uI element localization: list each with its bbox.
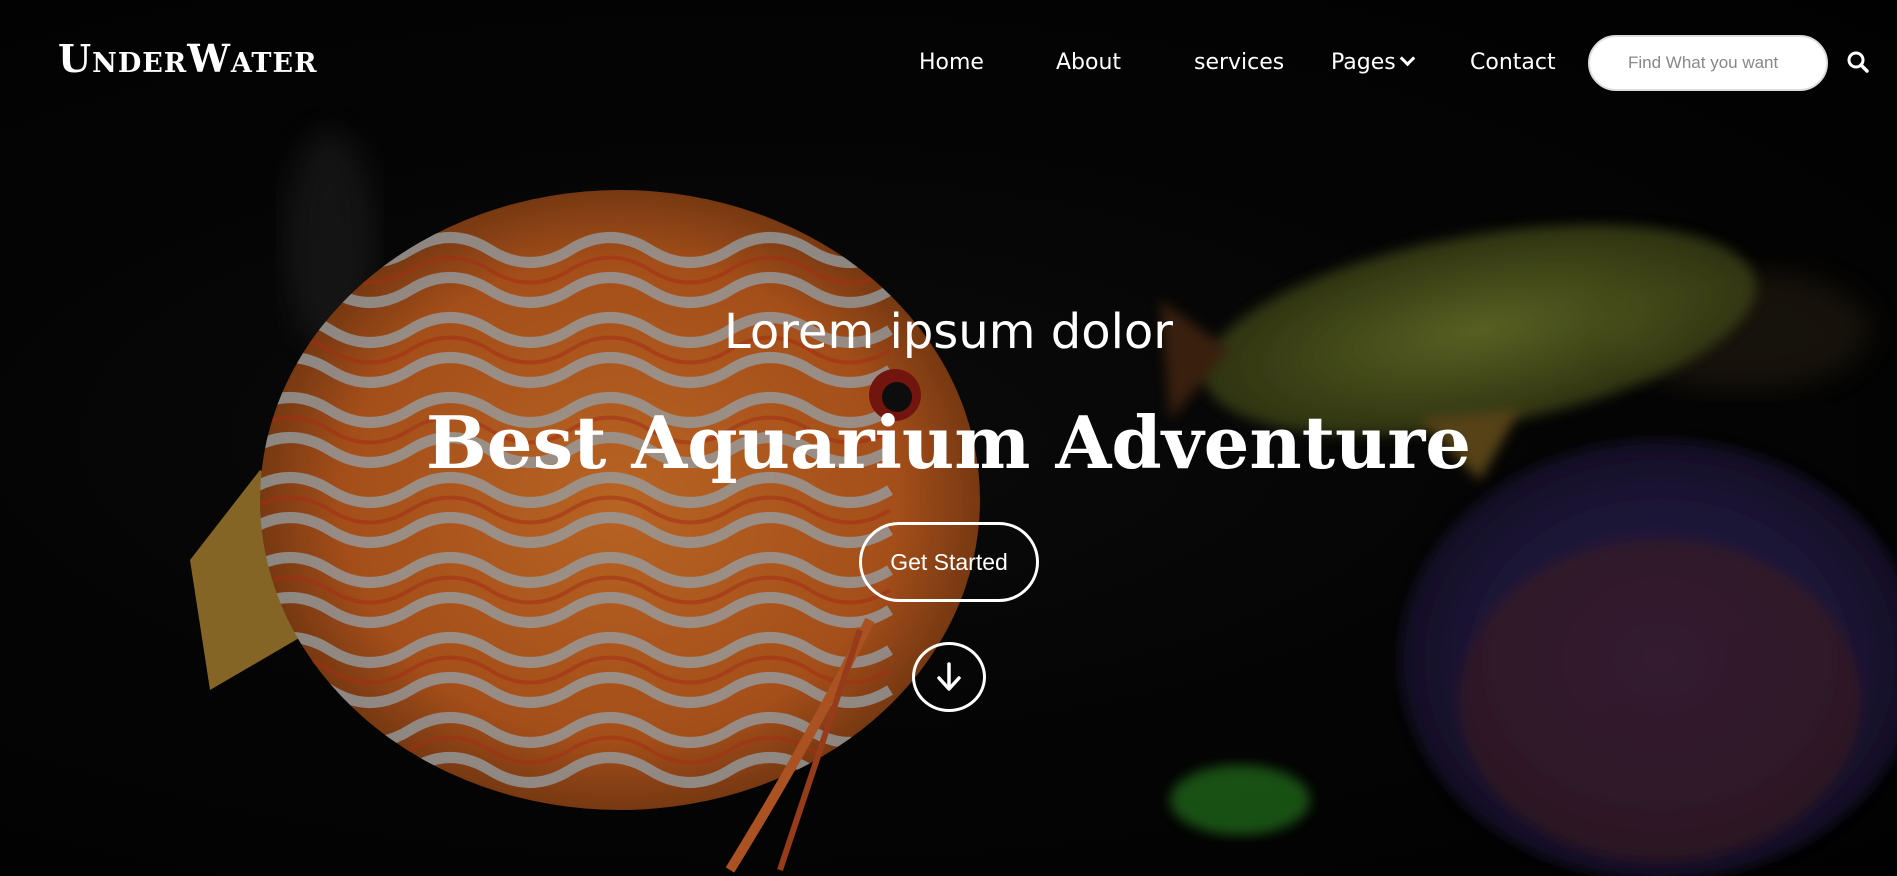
nav-item-pages-label: Pages [1331,50,1396,75]
scroll-down-button[interactable] [912,642,986,712]
nav-item-pages[interactable]: Pages [1331,50,1416,75]
search-icon[interactable] [1846,50,1870,74]
hero-title: Best Aquarium Adventure [425,400,1472,485]
nav-item-contact[interactable]: Contact [1470,50,1556,75]
chevron-down-icon [1399,50,1416,67]
hero-subtitle: Lorem ipsum dolor [723,304,1173,360]
search-input[interactable] [1588,35,1828,91]
hero-section: UnderWater Home About services Pages Con… [0,0,1897,876]
nav-item-about[interactable]: About [1056,50,1121,75]
get-started-button[interactable]: Get Started [859,522,1039,602]
nav-item-home[interactable]: Home [919,50,984,75]
nav-item-services[interactable]: services [1194,50,1284,75]
arrow-down-icon [937,662,961,691]
site-logo[interactable]: UnderWater [58,36,318,81]
